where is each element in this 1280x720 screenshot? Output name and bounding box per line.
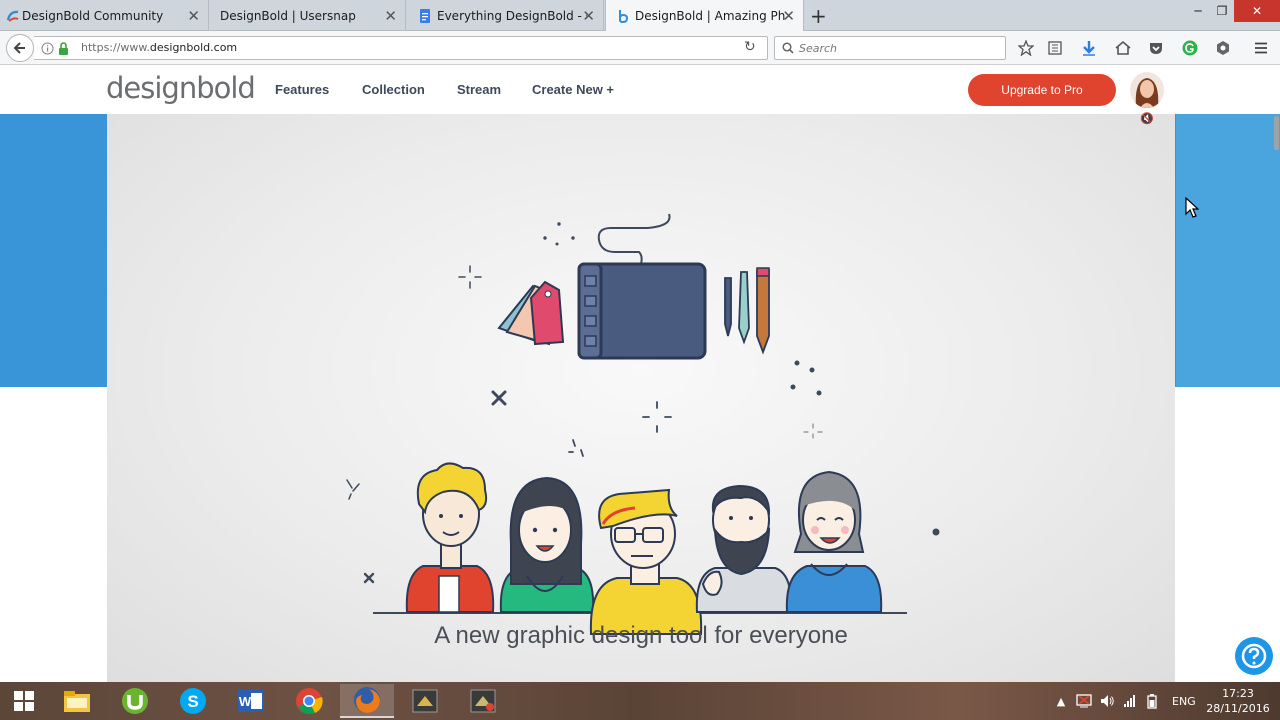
close-tab-icon[interactable]: ✕ [782,7,795,25]
extension-icon[interactable] [1214,39,1232,57]
help-button[interactable] [1235,637,1273,675]
designbold-community-icon [6,10,19,22]
designbold-icon [619,10,629,23]
tab-everything-designbold[interactable]: Everything DesignBold - G... ✕ [406,0,604,31]
word-icon: W [238,690,264,712]
search-bar[interactable]: Search [774,36,1006,60]
search-placeholder: Search [799,42,838,55]
new-tab-button[interactable]: + [810,4,827,28]
nav-features[interactable]: Features [275,82,329,97]
utorrent-icon [122,688,148,714]
help-question-icon [1241,643,1267,669]
close-tab-icon[interactable]: ✕ [582,7,595,25]
reload-icon[interactable]: ↻ [744,39,756,55]
hero-video[interactable]: A new graphic design tool for everyone [107,114,1175,682]
info-icon[interactable] [41,42,54,55]
network-error-icon[interactable] [1076,693,1092,709]
back-button[interactable] [6,34,34,62]
clock-time: 17:23 [1222,687,1254,700]
url-text[interactable]: https://www.designbold.com [81,41,237,54]
scrollbar-thumb[interactable] [1274,116,1279,150]
pocket-icon[interactable] [1147,39,1165,57]
mute-icon[interactable]: 🔇 [1140,112,1154,125]
volume-icon[interactable] [1099,693,1115,709]
taskbar-app-2[interactable] [456,684,510,718]
battery-icon[interactable] [1145,693,1159,709]
google-docs-icon [420,9,430,23]
show-hidden-icons-icon[interactable]: ▲ [1054,695,1068,708]
back-arrow-icon [13,42,25,54]
site-header: designbold Features Collection Stream Cr… [0,66,1280,114]
svg-text:W: W [239,694,252,709]
download-icon[interactable] [1080,39,1098,57]
taskbar-utorrent[interactable] [108,684,162,718]
menu-icon[interactable] [1252,39,1270,57]
language-indicator[interactable]: ENG [1172,695,1196,708]
taskbar-skype[interactable]: S [166,684,220,718]
mouse-cursor-icon [1185,197,1199,218]
signal-icon[interactable] [1122,693,1138,709]
taskbar-firefox[interactable] [340,684,394,718]
hero-illustration [346,213,940,635]
tab-usersnap[interactable]: DesignBold | Usersnap ✕ [209,0,406,31]
tab-designbold-community[interactable]: DesignBold Community ✕ [0,0,209,31]
app-icon-2 [470,689,496,713]
close-tab-icon[interactable]: ✕ [384,7,397,25]
minimize-button[interactable]: ─ [1186,0,1210,22]
tab-designbold-active[interactable]: DesignBold | Amazing Ph... ✕ [605,0,804,32]
chrome-icon [296,688,323,715]
file-explorer-icon [64,691,90,712]
bookmark-star-icon[interactable] [1017,39,1035,57]
close-tab-icon[interactable]: ✕ [187,7,200,25]
upgrade-to-pro-button[interactable]: Upgrade to Pro [968,74,1116,106]
app-icon [412,689,438,713]
reading-list-icon[interactable] [1046,39,1064,57]
system-clock[interactable]: 17:23 28/11/2016 [1200,686,1276,716]
designbold-logo[interactable]: designbold [106,71,256,105]
taskbar-chrome[interactable] [282,684,336,718]
home-icon[interactable] [1114,39,1132,57]
grammarly-icon[interactable] [1181,39,1199,57]
browser-tab-strip: DesignBold Community ✕ DesignBold | User… [0,0,1280,32]
windows-taskbar: S W ▲ ENG 17:23 28/11/2016 [0,682,1280,720]
system-tray: ▲ ENG [1054,682,1196,720]
url-bar[interactable]: https://www.designbold.com ↻ [34,36,768,60]
taskbar-app[interactable] [398,684,452,718]
nav-collection[interactable]: Collection [362,82,425,97]
nav-stream[interactable]: Stream [457,82,501,97]
start-button[interactable] [0,684,48,718]
tab-label: DesignBold Community [22,8,164,23]
taskbar-word[interactable]: W [224,684,278,718]
tab-label: Everything DesignBold - G... [437,8,587,23]
tab-label: DesignBold | Amazing Ph... [635,9,785,23]
restore-button[interactable]: ❐ [1210,0,1234,22]
browser-nav-bar: https://www.designbold.com ↻ Search [0,31,1280,65]
user-avatar[interactable] [1130,72,1164,108]
tab-label: DesignBold | Usersnap [220,8,356,23]
clock-date: 28/11/2016 [1206,702,1270,715]
lock-icon[interactable] [58,42,69,55]
hero-tagline: A new graphic design tool for everyone [434,622,848,649]
search-icon [782,42,794,54]
svg-text:S: S [187,692,198,711]
nav-create-new[interactable]: Create New + [532,82,614,97]
taskbar-file-explorer[interactable] [50,684,104,718]
skype-icon: S [180,688,206,714]
firefox-icon [354,687,380,713]
windows-logo-icon [14,691,34,711]
window-close-button[interactable]: ✕ [1234,0,1280,22]
